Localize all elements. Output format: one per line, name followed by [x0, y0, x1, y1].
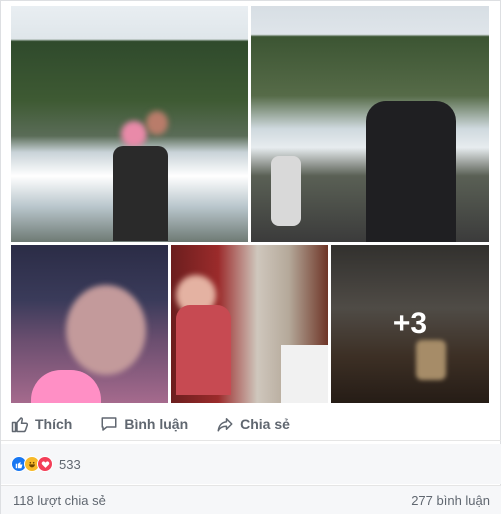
comment-label: Bình luận — [124, 415, 189, 432]
blurred-face — [146, 111, 168, 135]
photo-indoor[interactable] — [171, 245, 328, 403]
share-icon — [217, 417, 233, 431]
share-button[interactable]: Chia sẻ — [216, 415, 290, 433]
white-table — [281, 345, 328, 403]
more-photos-count: +3 — [392, 307, 428, 340]
person-red-shirt — [176, 305, 231, 395]
thumbs-up-icon — [11, 416, 29, 432]
more-photos-overlay[interactable]: +3 — [331, 245, 489, 403]
person-backpack — [366, 101, 456, 242]
photo-more[interactable]: +3 — [331, 245, 489, 403]
comment-icon — [101, 416, 117, 431]
photo-waterfall-group[interactable] — [251, 6, 489, 242]
reaction-count: 533 — [59, 456, 81, 472]
photo-waterfall-couple[interactable] — [11, 6, 248, 242]
comment-count-link[interactable]: 277 bình luận — [411, 493, 490, 508]
blurred-face — [121, 121, 147, 147]
person-standing — [271, 156, 301, 226]
like-label: Thích — [35, 415, 73, 432]
reactions-bar[interactable]: 533 — [1, 444, 501, 484]
like-button[interactable]: Thích — [11, 415, 72, 433]
share-label: Chia sẻ — [240, 415, 290, 432]
people-silhouette — [113, 146, 168, 241]
love-icon — [37, 456, 53, 472]
facebook-post: +3 Thích Bình luận Chia sẻ 533 118 lượt … — [0, 0, 501, 514]
post-stats: 118 lượt chia sẻ 277 bình luận — [1, 485, 501, 514]
comment-button[interactable]: Bình luận — [100, 415, 188, 433]
blurred-face — [66, 285, 146, 375]
heart-sticker — [31, 370, 101, 403]
photo-selfie[interactable] — [11, 245, 168, 403]
share-count-link[interactable]: 118 lượt chia sẻ — [13, 493, 106, 508]
action-bar: Thích Bình luận Chia sẻ — [1, 407, 501, 441]
